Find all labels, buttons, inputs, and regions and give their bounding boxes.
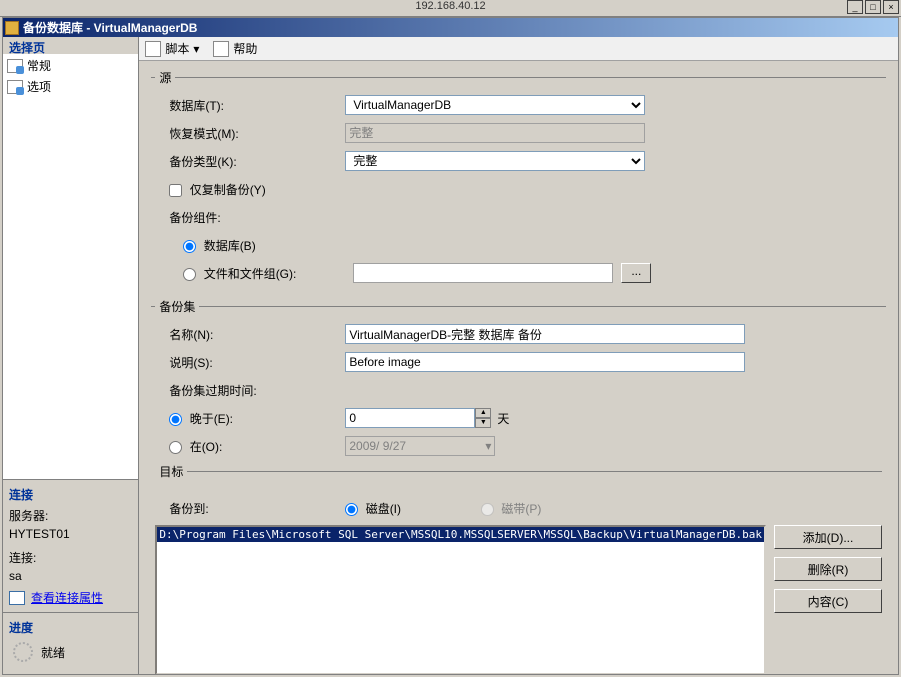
expire-after-radio[interactable] xyxy=(169,413,182,426)
expire-on-radio-label[interactable]: 在(O): xyxy=(169,440,222,454)
database-select[interactable]: VirtualManagerDB xyxy=(345,95,645,115)
left-pane: 选择页 常规选项 连接 服务器: HYTEST01 连接: sa 查看连接属性 … xyxy=(3,37,139,674)
disk-radio-label[interactable]: 磁盘(I) xyxy=(345,500,401,517)
destination-group: 目标 备份到: 磁盘(I) 磁带(P) xyxy=(151,471,886,674)
dest-legend: 目标 xyxy=(155,465,187,479)
add-button[interactable]: 添加(D)... xyxy=(774,525,882,549)
database-label: 数据库(T): xyxy=(155,97,345,114)
page-item-0[interactable]: 常规 xyxy=(3,55,138,76)
component-database-radio[interactable] xyxy=(183,240,196,253)
recovery-mode-readonly: 完整 xyxy=(345,123,645,143)
spinner-icon xyxy=(13,642,33,662)
backup-dialog: 备份数据库 - VirtualManagerDB 选择页 常规选项 连接 服务器… xyxy=(2,17,899,675)
form-content: 源 数据库(T): VirtualManagerDB 恢复模式(M): 完整 xyxy=(139,61,898,674)
conn-value: sa xyxy=(9,569,132,583)
toolbar: 脚本 ▾ 帮助 xyxy=(139,37,898,61)
page-item-1[interactable]: 选项 xyxy=(3,76,138,97)
source-group: 源 数据库(T): VirtualManagerDB 恢复模式(M): 完整 xyxy=(151,69,886,292)
filegroup-browse-button[interactable]: ... xyxy=(621,263,651,283)
expire-after-days-input[interactable] xyxy=(345,408,475,428)
source-legend: 源 xyxy=(155,69,175,86)
backup-to-label: 备份到: xyxy=(155,500,345,517)
page-label: 常规 xyxy=(27,57,51,74)
copy-only-checkbox-label[interactable]: 仅复制备份(Y) xyxy=(169,183,265,197)
days-unit: 天 xyxy=(497,410,509,427)
dropdown-arrow-icon[interactable]: ▾ xyxy=(193,42,199,56)
progress-status: 就绪 xyxy=(41,644,65,661)
backupset-desc-input[interactable] xyxy=(345,352,745,372)
expire-on-date: 2009/ 9/27 ▾ xyxy=(345,436,495,456)
destination-path-selected[interactable]: D:\Program Files\Microsoft SQL Server\MS… xyxy=(157,527,764,542)
view-connection-properties-link[interactable]: 查看连接属性 xyxy=(31,589,103,606)
desc-label: 说明(S): xyxy=(155,354,345,371)
destination-list[interactable]: D:\Program Files\Microsoft SQL Server\MS… xyxy=(155,525,766,674)
page-list: 常规选项 xyxy=(3,55,138,479)
window-title: 备份数据库 - VirtualManagerDB xyxy=(23,19,197,36)
name-label: 名称(N): xyxy=(155,326,345,343)
calendar-dropdown-icon: ▾ xyxy=(485,439,491,453)
remove-button[interactable]: 删除(R) xyxy=(774,557,882,581)
script-icon xyxy=(145,41,161,57)
close-icon[interactable]: × xyxy=(883,0,899,14)
spin-up-icon[interactable]: ▲ xyxy=(475,408,491,418)
component-filegroup-radio[interactable] xyxy=(183,268,196,281)
connection-panel: 连接 服务器: HYTEST01 连接: sa 查看连接属性 xyxy=(3,479,138,612)
component-label: 备份组件: xyxy=(155,209,345,226)
backup-type-label: 备份类型(K): xyxy=(155,153,345,170)
backupset-legend: 备份集 xyxy=(155,298,199,315)
help-button[interactable]: 帮助 xyxy=(233,40,257,57)
conn-label: 连接: xyxy=(9,549,132,566)
ip-address: 192.168.40.12 xyxy=(415,0,485,12)
copy-only-checkbox[interactable] xyxy=(169,184,182,197)
tape-radio xyxy=(481,503,494,516)
filegroup-input xyxy=(353,263,613,283)
disk-radio[interactable] xyxy=(345,503,358,516)
component-filegroup-radio-label[interactable]: 文件和文件组(G): xyxy=(183,265,345,282)
page-icon xyxy=(7,80,23,94)
titlebar: 备份数据库 - VirtualManagerDB xyxy=(3,18,898,37)
database-icon xyxy=(5,21,19,35)
server-value: HYTEST01 xyxy=(9,527,132,541)
page-icon xyxy=(7,59,23,73)
select-page-header: 选择页 xyxy=(3,37,138,55)
contents-button[interactable]: 内容(C) xyxy=(774,589,882,613)
maximize-icon[interactable]: □ xyxy=(865,0,881,14)
parent-window-buttons: _ □ × xyxy=(847,0,899,14)
page-label: 选项 xyxy=(27,78,51,95)
recovery-label: 恢复模式(M): xyxy=(155,125,345,142)
server-label: 服务器: xyxy=(9,507,132,524)
expire-on-radio[interactable] xyxy=(169,441,182,454)
expire-label: 备份集过期时间: xyxy=(155,382,345,399)
minimize-icon[interactable]: _ xyxy=(847,0,863,14)
expire-after-radio-label[interactable]: 晚于(E): xyxy=(169,412,233,426)
help-icon xyxy=(213,41,229,57)
progress-header: 进度 xyxy=(9,619,132,636)
script-button[interactable]: 脚本 xyxy=(165,40,189,57)
backupset-name-input[interactable] xyxy=(345,324,745,344)
parent-window-remnant: 192.168.40.12 _ □ × xyxy=(0,0,901,17)
component-database-radio-label[interactable]: 数据库(B) xyxy=(183,237,255,254)
connection-header: 连接 xyxy=(9,486,132,503)
spin-down-icon[interactable]: ▼ xyxy=(475,418,491,428)
backup-type-select[interactable]: 完整 xyxy=(345,151,645,171)
progress-panel: 进度 就绪 xyxy=(3,612,138,674)
tape-radio-label: 磁带(P) xyxy=(481,500,541,517)
properties-icon xyxy=(9,591,25,605)
backupset-group: 备份集 名称(N): 说明(S): 备份集过期时间: xyxy=(151,298,886,465)
right-pane: 脚本 ▾ 帮助 源 数据库(T): VirtualManagerDB xyxy=(139,37,898,674)
